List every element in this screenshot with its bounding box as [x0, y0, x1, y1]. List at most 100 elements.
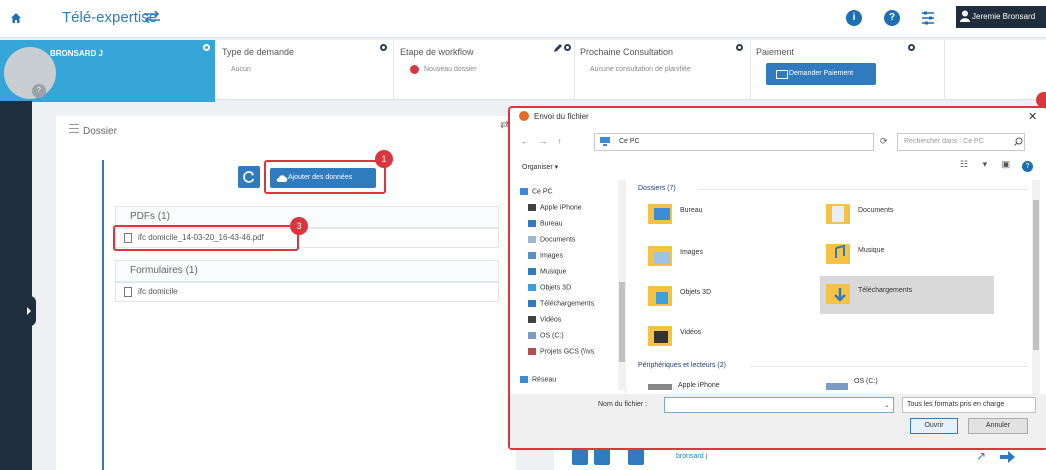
- alert-icon: [410, 65, 419, 74]
- timeline-line: [102, 160, 104, 470]
- open-button[interactable]: Ouvrir: [910, 418, 958, 434]
- folder-icon: [826, 240, 850, 266]
- filename-input[interactable]: [664, 397, 894, 413]
- user-icon: [960, 10, 970, 22]
- tree-item-apple-iphone[interactable]: Apple iPhone: [528, 204, 582, 211]
- divider: [574, 40, 575, 100]
- payment-settings-icon[interactable]: [908, 44, 915, 51]
- info-icon[interactable]: i: [846, 10, 862, 26]
- bottom-user-link[interactable]: bronsard j: [676, 453, 707, 460]
- patient-name: BRONSARD J: [50, 49, 103, 58]
- folders-group-header[interactable]: Dossiers (7): [638, 185, 676, 192]
- type-settings-icon[interactable]: [380, 44, 387, 51]
- view-options-icon[interactable]: ☷ ▾ ▣: [960, 159, 1016, 170]
- form-file-icon: [124, 287, 132, 297]
- devices-group-header[interactable]: Périphériques et lecteurs (2): [638, 362, 726, 369]
- device-apple-iphone[interactable]: Apple iPhone: [648, 378, 778, 392]
- type-value: Aucun: [231, 66, 251, 73]
- folder-label: Images: [680, 249, 703, 256]
- tree-item-music[interactable]: Musique: [528, 268, 566, 275]
- workflow-value: Nouveau dossier: [424, 66, 477, 73]
- forward-icon[interactable]: [1000, 450, 1016, 464]
- files-scrollbar-thumb[interactable]: [1033, 200, 1039, 350]
- divider: [750, 366, 1028, 367]
- cube-icon: [528, 284, 536, 291]
- tree-item-network[interactable]: Réseau: [520, 376, 556, 383]
- form-name[interactable]: ifc domicile: [138, 287, 178, 296]
- avatar-badge: ?: [32, 84, 46, 98]
- workflow-settings-icon[interactable]: [564, 44, 571, 51]
- file-type-value: Tous les formats pris en charge: [907, 401, 1005, 408]
- tree-item-images[interactable]: Images: [528, 252, 563, 259]
- nav-arrows[interactable]: ← → ↑: [521, 137, 565, 146]
- refresh-button[interactable]: [238, 166, 260, 188]
- workflow-label: Etape de workflow: [400, 47, 474, 57]
- expand-nav-icon[interactable]: [24, 296, 36, 326]
- path-bar[interactable]: Ce PC: [594, 133, 874, 151]
- navigation-tree: Ce PC Apple iPhone Bureau Documents Imag…: [514, 180, 626, 394]
- cancel-button[interactable]: Annuler: [968, 418, 1028, 434]
- form-row[interactable]: ifc domicile: [115, 282, 499, 302]
- patient-settings-icon[interactable]: [203, 44, 210, 51]
- tree-item-this-pc[interactable]: Ce PC: [520, 188, 553, 195]
- annotation-box-pdf: [113, 225, 299, 251]
- payment-label: Paiement: [756, 47, 795, 57]
- drive-icon: [528, 332, 536, 339]
- folder-label: Bureau: [680, 207, 703, 214]
- documents-icon: [528, 236, 536, 243]
- phone-icon: [648, 384, 672, 390]
- refresh-icon[interactable]: ⟳: [880, 136, 888, 147]
- images-icon: [528, 252, 536, 259]
- download-icon: [528, 300, 536, 307]
- organize-menu[interactable]: Organiser ▾: [522, 163, 558, 171]
- tree-item-downloads[interactable]: Téléchargements: [528, 300, 594, 307]
- desktop-icon: [528, 220, 536, 227]
- drive-icon: [826, 383, 848, 390]
- network-drive-icon: [528, 348, 536, 355]
- consult-settings-icon[interactable]: [736, 44, 743, 51]
- device-os-c[interactable]: OS (C:): [826, 376, 916, 392]
- folder-label: Documents: [858, 207, 894, 214]
- avatar: [4, 47, 56, 99]
- edit-icon[interactable]: [553, 43, 563, 53]
- close-icon[interactable]: ✕: [1028, 110, 1037, 123]
- divider: [393, 40, 394, 100]
- divider: [750, 40, 751, 100]
- upload-icon[interactable]: [594, 449, 610, 465]
- search-placeholder: Rechercher dans : Ce PC: [904, 138, 984, 145]
- swap-icon[interactable]: [143, 11, 161, 23]
- tree-item-documents[interactable]: Documents: [528, 236, 575, 243]
- dialog-title: Envoi du fichier: [534, 112, 589, 121]
- folder-icon: [648, 242, 672, 268]
- tree-item-desktop[interactable]: Bureau: [528, 220, 563, 227]
- tree-item-os-c[interactable]: OS (C:): [528, 332, 564, 339]
- settings-icon[interactable]: [921, 10, 935, 26]
- home-icon[interactable]: [10, 12, 22, 24]
- help-icon[interactable]: ?: [1022, 161, 1033, 172]
- request-payment-button[interactable]: Demander Paiement: [766, 63, 876, 85]
- chevron-down-icon[interactable]: ⌄: [884, 401, 890, 409]
- tree-item-network-drive[interactable]: Projets GCS (\\vs: [528, 348, 594, 355]
- search-icon: [1014, 137, 1023, 146]
- tree-item-3d-objects[interactable]: Objets 3D: [528, 284, 571, 291]
- arrow-up-icon[interactable]: [628, 449, 644, 465]
- external-link-icon[interactable]: ↗: [976, 449, 986, 463]
- consult-value: Aucune consultation de planifiée: [590, 66, 691, 73]
- annotation-marker-3: 3: [290, 217, 308, 235]
- camera-icon[interactable]: [572, 449, 588, 465]
- left-nav: [0, 101, 32, 470]
- consult-label: Prochaine Consultation: [580, 47, 674, 57]
- tree-scrollbar-thumb[interactable]: [619, 282, 625, 362]
- user-name: Jeremie Bronsard: [972, 12, 1036, 21]
- help-icon[interactable]: ?: [884, 10, 900, 26]
- path-text: Ce PC: [619, 138, 640, 145]
- file-type-select[interactable]: Tous les formats pris en charge: [902, 397, 1036, 413]
- search-input[interactable]: Rechercher dans : Ce PC: [897, 133, 1025, 151]
- tree-item-videos[interactable]: Vidéos: [528, 316, 561, 323]
- annotation-marker-2: [1036, 92, 1046, 108]
- forms-section-header[interactable]: Formulaires (1): [115, 260, 499, 282]
- computer-icon: [600, 137, 610, 146]
- folder-icon: [648, 200, 672, 226]
- device-label: OS (C:): [854, 378, 878, 385]
- annotation-marker-1: 1: [375, 150, 393, 168]
